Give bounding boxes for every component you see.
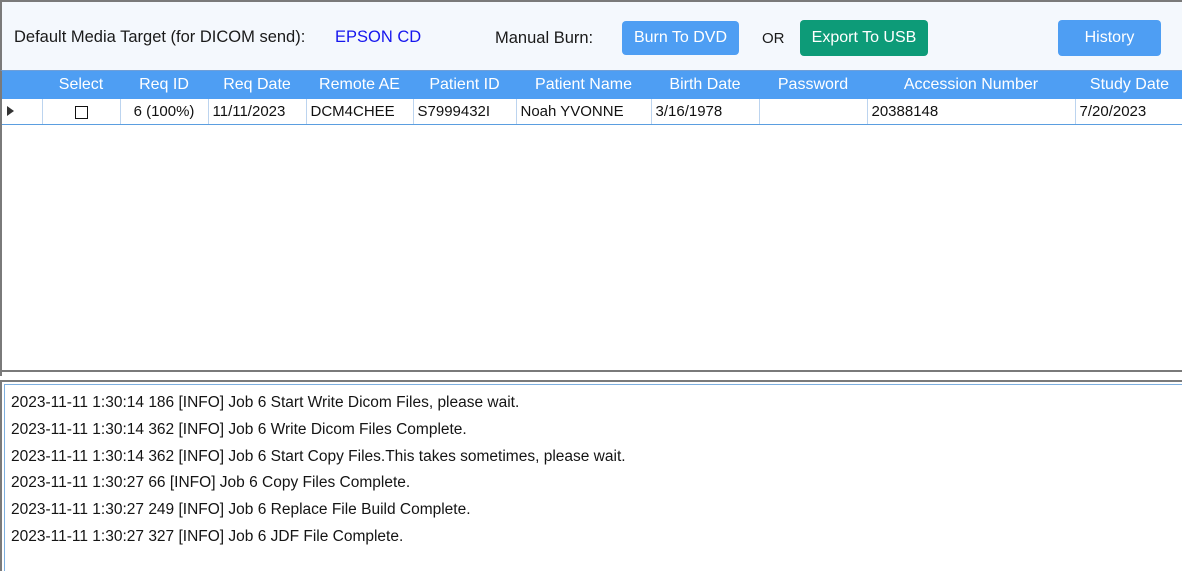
log-line: 2023-11-11 1:30:27 249 [INFO] Job 6 Repl… xyxy=(11,501,471,519)
column-header-req-date[interactable]: Req Date xyxy=(208,71,306,99)
column-header-patient-name[interactable]: Patient Name xyxy=(516,71,651,99)
log-line: 2023-11-11 1:30:14 186 [INFO] Job 6 Star… xyxy=(11,394,520,411)
log-output-area[interactable]: 2023-11-11 1:30:14 186 [INFO] Job 6 Star… xyxy=(4,384,1182,571)
manual-burn-label: Manual Burn: xyxy=(495,29,594,47)
export-to-usb-button[interactable]: Export To USB xyxy=(800,20,928,56)
cell-study-date[interactable]: 7/20/2023 xyxy=(1075,99,1182,125)
cell-birth-date[interactable]: 3/16/1978 xyxy=(651,99,760,125)
cell-remote-ae[interactable]: DCM4CHEE xyxy=(306,99,414,125)
log-line: 2023-11-11 1:30:14 362 [INFO] Job 6 Writ… xyxy=(11,420,467,438)
column-header-remote-ae[interactable]: Remote AE xyxy=(306,71,413,99)
column-header-birth-date[interactable]: Birth Date xyxy=(651,71,759,99)
column-header-select[interactable]: Select xyxy=(42,71,120,99)
top-toolbar: Default Media Target (for DICOM send): E… xyxy=(0,0,1182,70)
cell-req-id[interactable]: 6 (100%) xyxy=(120,99,209,125)
row-select-checkbox[interactable] xyxy=(74,105,88,119)
row-select-cell[interactable] xyxy=(42,99,121,125)
log-line: 2023-11-11 1:30:27 66 [INFO] Job 6 Copy … xyxy=(11,474,411,492)
cell-password[interactable] xyxy=(759,99,868,125)
column-header-req-id[interactable]: Req ID xyxy=(120,71,208,99)
or-separator-label: OR xyxy=(762,30,785,47)
log-panel: 2023-11-11 1:30:14 186 [INFO] Job 6 Star… xyxy=(0,380,1182,571)
table-header-row: Select Req ID Req Date Remote AE Patient… xyxy=(2,71,1182,99)
grid-bottom-divider xyxy=(0,370,1182,372)
burn-to-dvd-button[interactable]: Burn To DVD xyxy=(622,21,739,55)
job-queue-table: Select Req ID Req Date Remote AE Patient… xyxy=(2,71,1182,125)
cell-accession-number[interactable]: 20388148 xyxy=(867,99,1076,125)
grid-scroll-viewport: Select Req ID Req Date Remote AE Patient… xyxy=(2,71,1182,376)
current-row-arrow-icon xyxy=(7,106,15,116)
history-button[interactable]: History xyxy=(1058,20,1161,56)
default-media-target-value-link[interactable]: EPSON CD xyxy=(335,29,421,46)
default-media-target-label: Default Media Target (for DICOM send): xyxy=(14,28,306,46)
job-queue-grid-panel: Select Req ID Req Date Remote AE Patient… xyxy=(0,70,1182,439)
table-row[interactable]: 6 (100%) 11/11/2023 DCM4CHEE S7999432I N… xyxy=(2,99,1182,125)
row-current-indicator[interactable] xyxy=(2,99,43,125)
row-indicator-header xyxy=(2,71,42,99)
column-header-patient-id[interactable]: Patient ID xyxy=(413,71,516,99)
column-header-study-date[interactable]: Study Date xyxy=(1075,71,1182,99)
log-line: 2023-11-11 1:30:27 327 [INFO] Job 6 JDF … xyxy=(11,527,404,545)
cell-patient-id[interactable]: S7999432I xyxy=(413,99,517,125)
cell-patient-name[interactable]: Noah YVONNE xyxy=(516,99,652,125)
cell-req-date[interactable]: 11/11/2023 xyxy=(208,99,307,125)
log-line: 2023-11-11 1:30:14 362 [INFO] Job 6 Star… xyxy=(11,447,626,465)
column-header-password[interactable]: Password xyxy=(759,71,867,99)
column-header-accession-number[interactable]: Accession Number xyxy=(867,71,1075,99)
